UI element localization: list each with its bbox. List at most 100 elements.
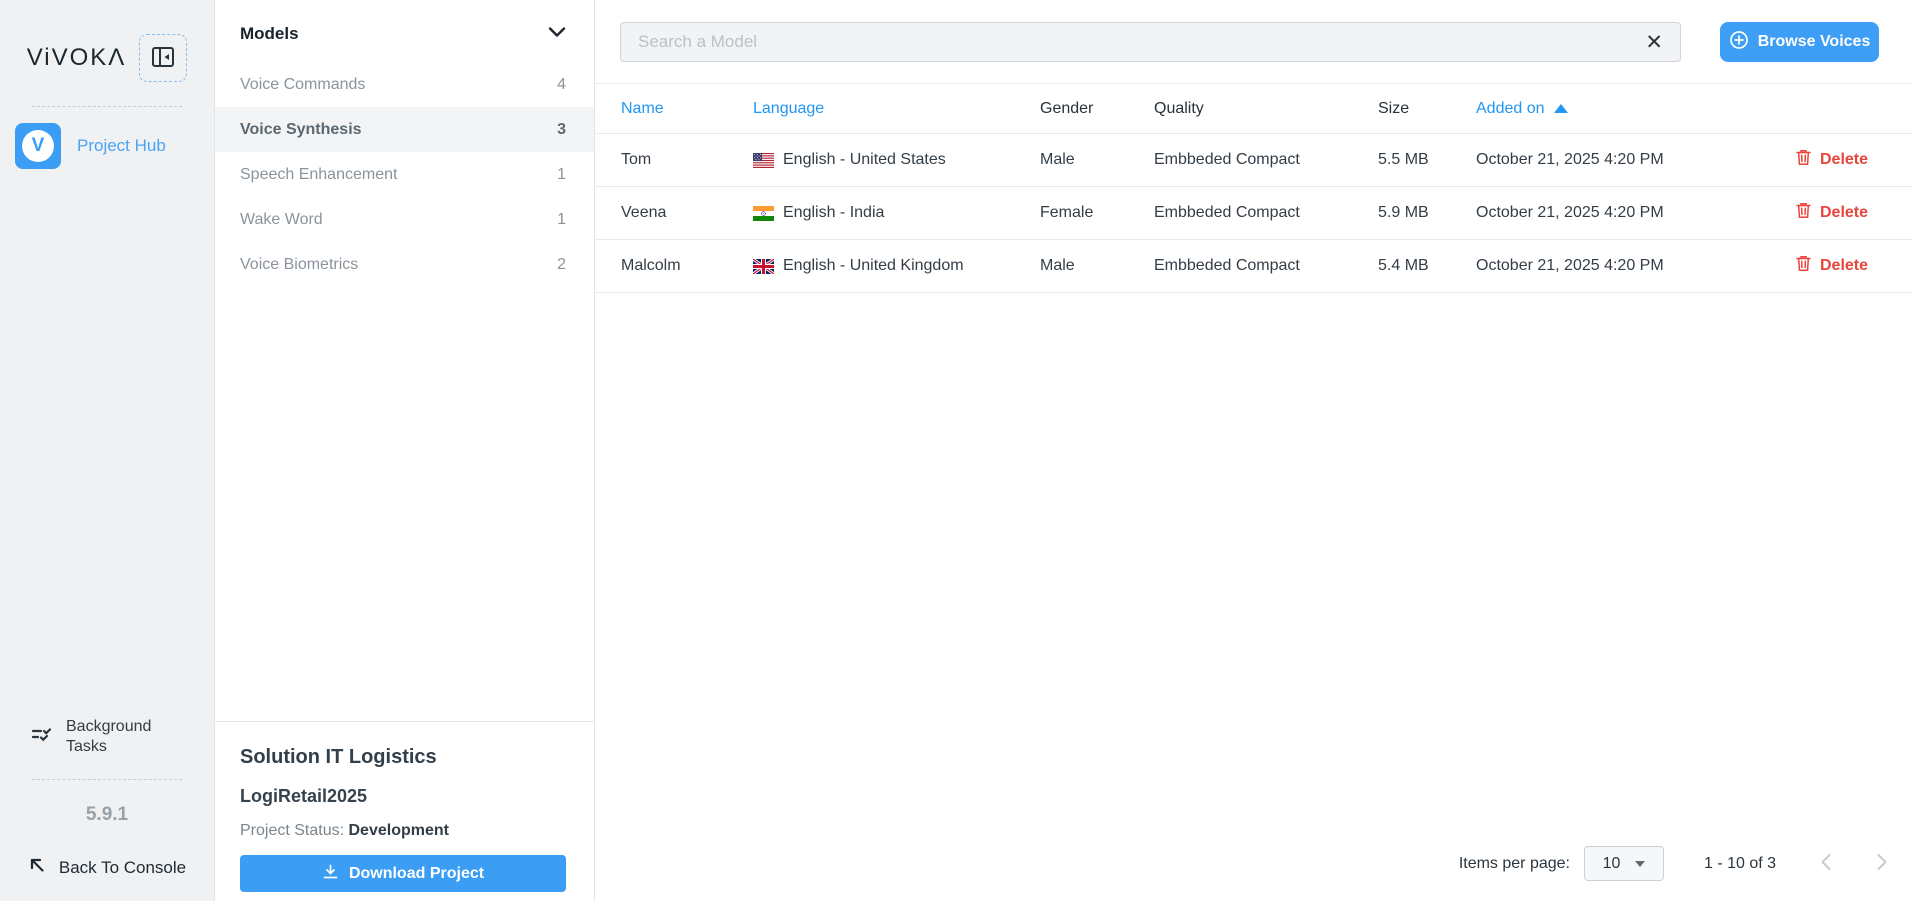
chevron-left-icon: [1820, 853, 1832, 874]
trash-icon: [1796, 255, 1811, 277]
next-page-button[interactable]: [1876, 853, 1888, 874]
table-row: Veena English - India Female: [595, 187, 1912, 240]
download-icon: [322, 863, 339, 885]
solution-title: Solution IT Logistics: [240, 746, 566, 769]
background-tasks-icon: [30, 724, 52, 751]
chevron-right-icon: [1876, 853, 1888, 874]
column-header-added-on[interactable]: Added on: [1476, 100, 1790, 118]
added-on-value: October 21, 2025 4:20 PM: [1476, 257, 1790, 275]
previous-page-button[interactable]: [1820, 853, 1832, 874]
model-item-count: 4: [557, 76, 566, 94]
model-item-count: 2: [557, 256, 566, 274]
table-header-row: Name Language Gender Quality Size Added …: [595, 84, 1912, 134]
plus-circle-icon: [1729, 30, 1749, 55]
delete-label: Delete: [1820, 204, 1868, 222]
collapse-sidebar-button[interactable]: [139, 34, 187, 82]
model-item-label: Voice Commands: [240, 76, 365, 94]
models-panel: Models Voice Commands 4 Voice Synthesis …: [215, 0, 595, 901]
models-title: Models: [240, 24, 299, 44]
quality-value: Embbeded Compact: [1154, 204, 1378, 222]
language-cell: English - United States: [753, 151, 1040, 169]
added-on-value: October 21, 2025 4:20 PM: [1476, 151, 1790, 169]
chevron-down-icon[interactable]: [548, 25, 566, 43]
column-header-size: Size: [1378, 100, 1476, 118]
model-item-count: 1: [557, 211, 566, 229]
sidebar-item-voice-biometrics[interactable]: Voice Biometrics 2: [215, 242, 594, 287]
model-item-label: Voice Biometrics: [240, 256, 358, 274]
project-hub-label: Project Hub: [77, 136, 166, 156]
language-label: English - United States: [783, 151, 946, 169]
search-box: ✕: [620, 22, 1681, 62]
clear-search-button[interactable]: ✕: [1643, 32, 1665, 53]
quality-value: Embbeded Compact: [1154, 151, 1378, 169]
sort-ascending-icon: [1554, 104, 1568, 113]
delete-button[interactable]: Delete: [1790, 201, 1874, 225]
trash-icon: [1796, 202, 1811, 224]
app-window: ViVOKΛ V Project Hub: [0, 0, 1912, 901]
vivoka-logo: ViVOKΛ: [27, 44, 127, 72]
sidebar-item-project-hub[interactable]: V Project Hub: [0, 107, 214, 183]
project-status-value: Development: [349, 822, 449, 839]
download-project-label: Download Project: [349, 865, 484, 883]
background-tasks-label: Background Tasks: [66, 717, 180, 757]
quality-value: Embbeded Compact: [1154, 257, 1378, 275]
column-header-name[interactable]: Name: [621, 100, 753, 118]
sidebar-item-wake-word[interactable]: Wake Word 1: [215, 197, 594, 242]
model-name: Tom: [621, 151, 753, 169]
table-row: Tom English - United States Male Embbe: [595, 134, 1912, 187]
delete-button[interactable]: Delete: [1790, 148, 1874, 172]
browse-voices-label: Browse Voices: [1758, 33, 1871, 51]
project-status: Project Status: Development: [240, 822, 566, 840]
flag-us-icon: [753, 153, 774, 168]
caret-down-icon: [1635, 861, 1645, 867]
arrow-north-west-icon: [28, 856, 46, 879]
browse-voices-button[interactable]: Browse Voices: [1720, 22, 1879, 62]
toolbar: ✕ Browse Voices: [595, 0, 1912, 83]
trash-icon: [1796, 149, 1811, 171]
vivoka-v-mark: V: [22, 130, 54, 162]
column-header-quality: Quality: [1154, 100, 1378, 118]
sidebar-divider: [32, 779, 182, 780]
column-header-gender: Gender: [1040, 100, 1154, 118]
language-cell: English - United Kingdom: [753, 257, 1040, 275]
project-name: LogiRetail2025: [240, 786, 566, 807]
sidebar-item-background-tasks[interactable]: Background Tasks: [0, 717, 214, 757]
model-item-count: 1: [557, 166, 566, 184]
version-label: 5.9.1: [86, 804, 128, 826]
pagination-range: 1 - 10 of 3: [1704, 855, 1776, 873]
model-item-label: Wake Word: [240, 211, 323, 229]
models-panel-header: Models: [215, 0, 594, 62]
model-item-label: Speech Enhancement: [240, 166, 397, 184]
back-to-console-label: Back To Console: [59, 858, 186, 878]
items-per-page-select[interactable]: 10: [1584, 846, 1664, 881]
delete-button[interactable]: Delete: [1790, 254, 1874, 278]
gender-value: Male: [1040, 151, 1154, 169]
delete-label: Delete: [1820, 151, 1868, 169]
gender-value: Male: [1040, 257, 1154, 275]
delete-label: Delete: [1820, 257, 1868, 275]
size-value: 5.9 MB: [1378, 204, 1476, 222]
language-cell: English - India: [753, 204, 1040, 222]
project-hub-icon: V: [15, 123, 61, 169]
project-card: Solution IT Logistics LogiRetail2025 Pro…: [215, 721, 594, 901]
sidebar-item-speech-enhancement[interactable]: Speech Enhancement 1: [215, 152, 594, 197]
added-on-value: October 21, 2025 4:20 PM: [1476, 204, 1790, 222]
sidebar-item-voice-synthesis[interactable]: Voice Synthesis 3: [215, 107, 594, 152]
back-to-console-button[interactable]: Back To Console: [28, 856, 186, 879]
size-value: 5.4 MB: [1378, 257, 1476, 275]
language-label: English - United Kingdom: [783, 257, 964, 275]
gender-value: Female: [1040, 204, 1154, 222]
flag-uk-icon: [753, 259, 774, 274]
column-header-language[interactable]: Language: [753, 100, 1040, 118]
left-sidebar: ViVOKΛ V Project Hub: [0, 0, 215, 901]
model-item-count: 3: [557, 121, 566, 139]
items-per-page-value: 10: [1603, 855, 1621, 873]
sidebar-item-voice-commands[interactable]: Voice Commands 4: [215, 62, 594, 107]
search-input[interactable]: [636, 31, 1643, 53]
project-status-label: Project Status:: [240, 822, 344, 839]
main-content: ✕ Browse Voices Name Language: [595, 0, 1912, 901]
items-per-page-label: Items per page:: [1459, 855, 1570, 873]
collapse-sidebar-icon: [151, 45, 175, 72]
download-project-button[interactable]: Download Project: [240, 855, 566, 892]
language-label: English - India: [783, 204, 884, 222]
